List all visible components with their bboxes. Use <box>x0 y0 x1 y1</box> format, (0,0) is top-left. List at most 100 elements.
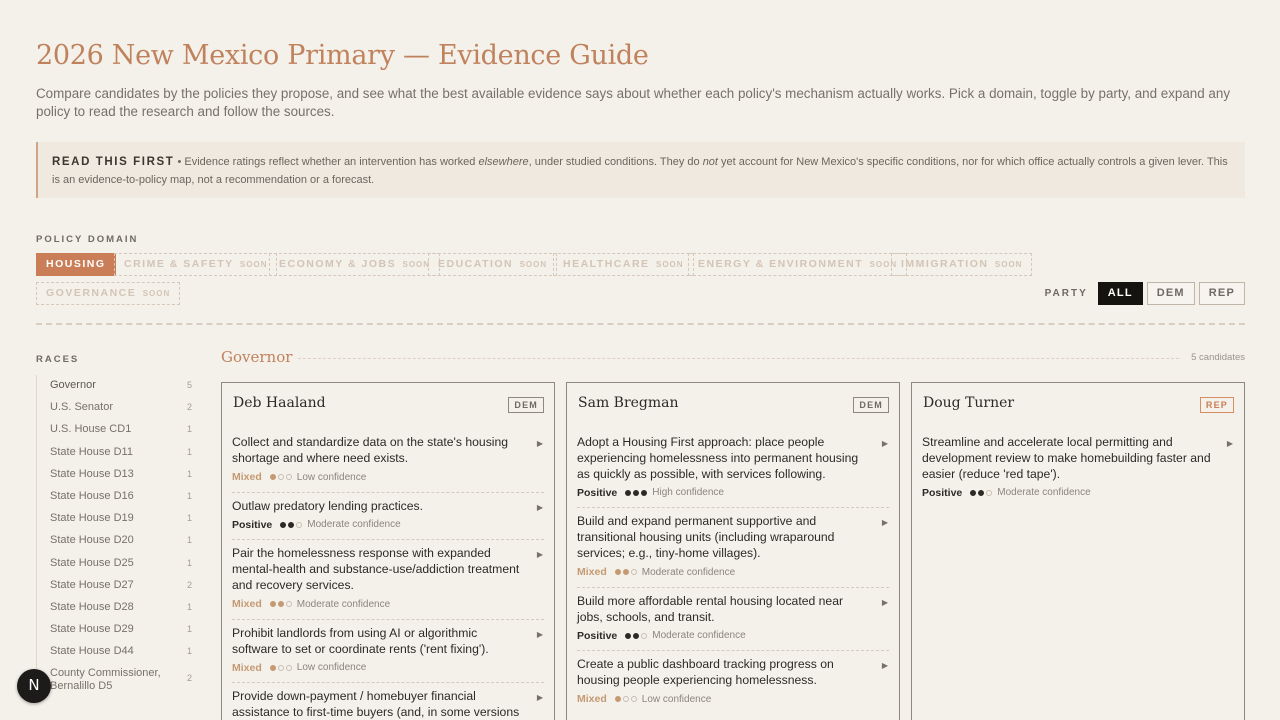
soon-tag: SOON <box>142 289 171 298</box>
rating-label: Mixed <box>577 566 607 579</box>
race-name: State House D20 <box>50 534 134 547</box>
race-item-state-house-d25[interactable]: State House D25 1 <box>37 553 192 575</box>
expand-arrow-icon[interactable]: ▶ <box>537 630 543 639</box>
race-title: Governor <box>221 348 293 366</box>
race-name: State House D11 <box>50 445 133 458</box>
race-count: 1 <box>186 601 192 612</box>
policy-item[interactable]: Build more affordable rental housing loc… <box>577 588 889 652</box>
domain-chip-housing[interactable]: HOUSING <box>36 253 116 276</box>
party-rep-button[interactable]: REP <box>1198 282 1245 305</box>
candidate-card-header: Doug Turner REP <box>922 383 1234 429</box>
rating-label: Positive <box>922 486 963 499</box>
race-count: 1 <box>186 624 192 635</box>
race-item-state-house-d29[interactable]: State House D29 1 <box>37 619 192 641</box>
expand-arrow-icon[interactable]: ▶ <box>882 439 888 448</box>
policy-item[interactable]: Outlaw predatory lending practices. ▶ Po… <box>232 493 544 541</box>
candidate-card-sam-bregman: Sam Bregman DEM Adopt a Housing First ap… <box>566 382 900 720</box>
confidence-label: Moderate confidence <box>307 519 401 531</box>
page-subtitle: Compare candidates by the policies they … <box>36 86 1231 119</box>
race-name: U.S. Senator <box>50 401 113 414</box>
party-dem-button[interactable]: DEM <box>1146 282 1195 305</box>
domain-chip-crime-safety[interactable]: CRIME & SAFETY SOON <box>114 253 278 276</box>
expand-arrow-icon[interactable]: ▶ <box>537 693 543 702</box>
policy-text: Prohibit landlords from using AI or algo… <box>232 625 489 656</box>
policy-item[interactable]: Adopt a Housing First approach: place pe… <box>577 429 889 509</box>
party-label: PARTY <box>1044 288 1088 299</box>
party-badge: DEM <box>853 397 889 413</box>
race-item-us-house-cd1[interactable]: U.S. House CD1 1 <box>37 419 192 441</box>
policy-text: Build more affordable rental housing loc… <box>577 593 844 624</box>
race-name: State House D28 <box>50 600 134 613</box>
expand-arrow-icon[interactable]: ▶ <box>882 598 888 607</box>
race-count: 5 <box>186 380 192 390</box>
domain-chip-economy-jobs[interactable]: ECONOMY & JOBS SOON <box>269 253 441 276</box>
confidence-dots-icon <box>625 489 648 496</box>
candidate-name: Sam Bregman <box>578 395 679 411</box>
policy-item[interactable]: Build and expand permanent supportive an… <box>577 508 889 588</box>
domain-chip-healthcare[interactable]: HEALTHCARE SOON <box>553 253 694 276</box>
race-item-state-house-d44[interactable]: State House D44 1 <box>37 641 192 663</box>
domain-chip-immigration[interactable]: IMMIGRATION SOON <box>891 253 1033 276</box>
race-item-us-senator[interactable]: U.S. Senator 2 <box>37 397 192 419</box>
race-item-state-house-d13[interactable]: State House D13 1 <box>37 464 192 486</box>
race-count: 2 <box>186 673 192 684</box>
race-name: Governor <box>50 379 96 391</box>
expand-arrow-icon[interactable]: ▶ <box>882 518 888 527</box>
party-filter: PARTY ALL DEM REP <box>1045 282 1245 305</box>
candidate-count: 5 candidates <box>1191 352 1245 363</box>
app-logo-button[interactable]: N <box>17 669 51 703</box>
race-item-state-house-d27[interactable]: State House D27 2 <box>37 575 192 597</box>
expand-arrow-icon[interactable]: ▶ <box>1227 439 1233 448</box>
expand-arrow-icon[interactable]: ▶ <box>537 550 543 559</box>
domain-chip-label: HOUSING <box>46 258 106 270</box>
evidence-rating: Positive Moderate confidence <box>577 629 869 642</box>
race-item-state-house-d28[interactable]: State House D28 1 <box>37 597 192 619</box>
evidence-rating: Mixed Low confidence <box>232 661 524 674</box>
policy-item[interactable]: Create a public dashboard tracking progr… <box>577 651 889 714</box>
confidence-label: Moderate confidence <box>997 487 1091 499</box>
expand-arrow-icon[interactable]: ▶ <box>537 503 543 512</box>
confidence-label: Low confidence <box>641 693 712 705</box>
races-list: Governor 5 U.S. Senator 2 U.S. House CD1 1 … <box>36 375 192 698</box>
page-title: 2026 New Mexico Primary — Evidence Guide <box>36 40 649 71</box>
race-count: 1 <box>186 646 192 657</box>
race-item-state-house-d11[interactable]: State House D11 1 <box>37 442 192 464</box>
notice-text-2: , under studied conditions. They do <box>528 156 703 168</box>
confidence-dots-icon <box>280 521 303 528</box>
evidence-rating: Mixed Moderate confidence <box>232 598 524 611</box>
race-count: 1 <box>186 468 192 479</box>
domain-chip-energy-environment[interactable]: ENERGY & ENVIRONMENT SOON <box>688 253 908 276</box>
soon-tag: SOON <box>239 260 268 269</box>
policy-item[interactable]: Pair the homelessness response with expa… <box>232 540 544 620</box>
domain-chip-label: HEALTHCARE <box>563 258 650 270</box>
race-item-county-commissioner-bernalillo-d5[interactable]: County Commissioner, Bernalillo D5 2 <box>37 663 192 697</box>
confidence-label: Low confidence <box>296 662 367 674</box>
policy-item[interactable]: Prohibit landlords from using AI or algo… <box>232 620 544 684</box>
domain-chip-governance[interactable]: GOVERNANCE SOON <box>36 282 181 305</box>
race-item-governor[interactable]: Governor 5 <box>37 375 192 397</box>
rating-label: Positive <box>577 629 618 642</box>
policy-text: Adopt a Housing First approach: place pe… <box>577 435 859 481</box>
race-item-state-house-d19[interactable]: State House D19 1 <box>37 508 192 530</box>
confidence-dots-icon <box>269 474 292 481</box>
expand-arrow-icon[interactable]: ▶ <box>882 661 888 670</box>
rating-label: Mixed <box>232 471 262 484</box>
policy-item[interactable]: Provide down-payment / homebuyer financi… <box>232 683 544 720</box>
soon-tag: SOON <box>655 260 684 269</box>
notice-emphasis-1: elsewhere <box>478 156 529 168</box>
rating-label: Mixed <box>232 598 262 611</box>
race-item-state-house-d20[interactable]: State House D20 1 <box>37 530 192 552</box>
confidence-dots-icon <box>614 696 637 703</box>
domain-chip-label: CRIME & SAFETY <box>124 258 234 270</box>
confidence-dots-icon <box>269 664 292 671</box>
confidence-dots-icon <box>269 601 292 608</box>
race-item-state-house-d16[interactable]: State House D16 1 <box>37 486 192 508</box>
policy-text: Pair the homelessness response with expa… <box>232 546 520 592</box>
policy-item[interactable]: Collect and standardize data on the stat… <box>232 429 544 493</box>
expand-arrow-icon[interactable]: ▶ <box>537 439 543 448</box>
policy-item[interactable]: Streamline and accelerate local permitti… <box>922 429 1234 507</box>
disclaimer-notice: READ THIS FIRST • Evidence ratings refle… <box>36 142 1245 198</box>
evidence-rating: Positive High confidence <box>577 486 869 499</box>
domain-chip-education[interactable]: EDUCATION SOON <box>428 253 558 276</box>
party-all-button[interactable]: ALL <box>1097 282 1143 305</box>
